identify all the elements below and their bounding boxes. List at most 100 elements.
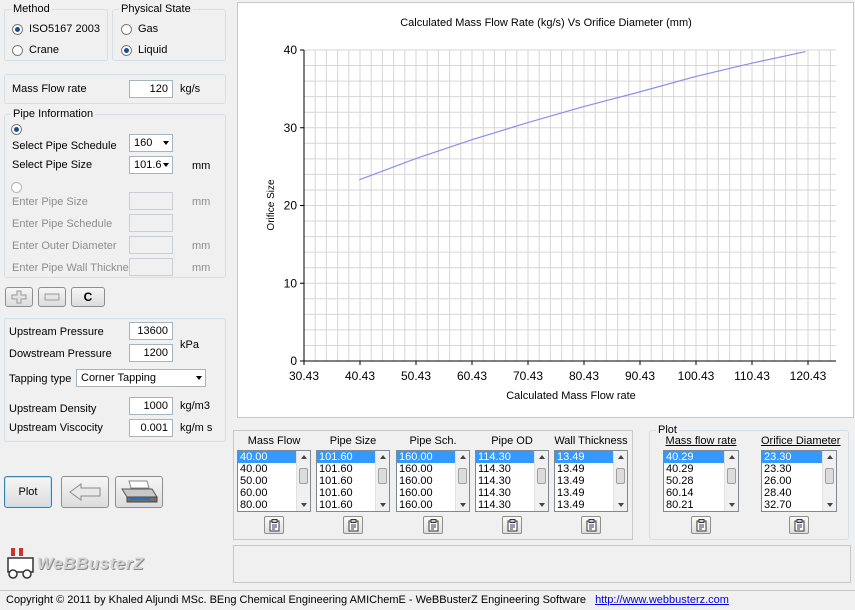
plot-column-list[interactable]: 40.29 40.29 50.28 60.14 80.21 xyxy=(663,450,739,512)
clear-button[interactable]: C xyxy=(71,287,105,307)
scroll-down-icon[interactable] xyxy=(618,503,624,507)
upstream-pressure-input[interactable]: 13600 xyxy=(129,322,173,340)
y-tick-label: 10 xyxy=(284,276,298,290)
radio-liquid[interactable] xyxy=(121,45,132,56)
tapping-type-label: Tapping type xyxy=(9,373,72,385)
radio-crane[interactable] xyxy=(12,45,23,56)
clipboard-icon xyxy=(586,519,597,532)
scroll-down-icon[interactable] xyxy=(301,503,307,507)
copy-button[interactable] xyxy=(423,516,443,534)
logo-mark-icon xyxy=(7,548,34,579)
scroll-down-icon[interactable] xyxy=(827,503,833,507)
scroll-down-icon[interactable] xyxy=(539,503,545,507)
downstream-pressure-input[interactable]: 1200 xyxy=(129,344,173,362)
wall-thickness-input[interactable] xyxy=(129,258,173,276)
size-unit: mm xyxy=(192,160,211,172)
upstream-viscosity-label: Upstream Viscocity xyxy=(9,422,103,434)
copy-button[interactable] xyxy=(502,516,522,534)
plot-column-header[interactable]: Orifice Diameter xyxy=(761,435,840,447)
scroll-up-icon[interactable] xyxy=(301,455,307,459)
upstream-viscosity-input[interactable]: 0.001 xyxy=(129,419,173,437)
y-tick-label: 40 xyxy=(284,43,298,57)
scroll-thumb[interactable] xyxy=(616,468,625,484)
x-axis-label: Calculated Mass Flow rate xyxy=(506,390,636,402)
radio-enter-pipe[interactable] xyxy=(11,182,22,193)
physical-state-title: Physical State xyxy=(119,3,193,15)
scroll-thumb[interactable] xyxy=(378,468,387,484)
scroll-up-icon[interactable] xyxy=(729,455,735,459)
chevron-down-icon xyxy=(196,376,202,380)
scroll-thumb[interactable] xyxy=(537,468,546,484)
scrollbar[interactable] xyxy=(455,451,469,511)
minus-icon xyxy=(44,293,60,301)
schedule-combo[interactable]: 160 xyxy=(129,134,173,152)
x-tick-label: 70.43 xyxy=(513,369,543,383)
scroll-down-icon[interactable] xyxy=(460,503,466,507)
result-column-list[interactable]: 160.00 160.00 160.00 160.00 160.00 xyxy=(396,450,470,512)
scroll-thumb[interactable] xyxy=(727,468,736,484)
add-button[interactable] xyxy=(5,287,33,307)
radio-gas-label[interactable]: Gas xyxy=(138,23,158,35)
scroll-thumb[interactable] xyxy=(825,468,834,484)
plot-button[interactable]: Plot xyxy=(4,476,52,508)
scrollbar[interactable] xyxy=(613,451,627,511)
radio-gas[interactable] xyxy=(121,24,132,35)
radio-select-pipe[interactable] xyxy=(11,124,22,135)
back-button[interactable] xyxy=(61,476,109,508)
wall-thickness-unit: mm xyxy=(192,262,211,274)
result-column-list[interactable]: 101.60 101.60 101.60 101.60 101.60 xyxy=(316,450,390,512)
scroll-down-icon[interactable] xyxy=(729,503,735,507)
scrollbar[interactable] xyxy=(375,451,389,511)
upstream-pressure-label: Upstream Pressure xyxy=(9,326,104,338)
upstream-density-input[interactable]: 1000 xyxy=(129,397,173,415)
website-link[interactable]: http://www.webbusterz.com xyxy=(595,594,729,606)
enter-schedule-input[interactable] xyxy=(129,214,173,232)
upstream-density-label: Upstream Density xyxy=(9,403,97,415)
outer-diameter-input[interactable] xyxy=(129,236,173,254)
scroll-up-icon[interactable] xyxy=(539,455,545,459)
copy-button[interactable] xyxy=(691,516,711,534)
y-tick-label: 30 xyxy=(284,121,298,135)
result-column-list[interactable]: 114.30 114.30 114.30 114.30 114.30 xyxy=(475,450,549,512)
clipboard-icon xyxy=(507,519,518,532)
radio-liquid-label[interactable]: Liquid xyxy=(138,44,167,56)
tapping-type-value: Corner Tapping xyxy=(81,372,157,384)
scrollbar[interactable] xyxy=(296,451,310,511)
chart-text: 30.43 40.43 50.43 60.43 70.43 80.43 90.43 100.4… xyxy=(266,17,827,402)
remove-button[interactable] xyxy=(38,287,66,307)
scroll-down-icon[interactable] xyxy=(380,503,386,507)
scrollbar[interactable] xyxy=(724,451,738,511)
scroll-up-icon[interactable] xyxy=(827,455,833,459)
series-line-0 xyxy=(358,51,806,181)
x-tick-label: 80.43 xyxy=(569,369,599,383)
copy-button[interactable] xyxy=(343,516,363,534)
enter-size-input[interactable] xyxy=(129,192,173,210)
scrollbar[interactable] xyxy=(822,451,836,511)
plot-column-header[interactable]: Mass flow rate xyxy=(663,435,739,447)
scroll-up-icon[interactable] xyxy=(380,455,386,459)
chevron-down-icon xyxy=(163,141,169,145)
x-tick-label: 90.43 xyxy=(625,369,655,383)
tapping-type-combo[interactable]: Corner Tapping xyxy=(76,369,206,387)
scroll-thumb[interactable] xyxy=(299,468,308,484)
scroll-up-icon[interactable] xyxy=(618,455,624,459)
copy-button[interactable] xyxy=(264,516,284,534)
radio-crane-label[interactable]: Crane xyxy=(29,44,59,56)
chart-axes xyxy=(300,49,836,365)
radio-iso5167[interactable] xyxy=(12,24,23,35)
mass-flow-input[interactable]: 120 xyxy=(129,80,173,98)
copy-button[interactable] xyxy=(581,516,601,534)
x-tick-label: 60.43 xyxy=(457,369,487,383)
scroll-up-icon[interactable] xyxy=(460,455,466,459)
result-column-list[interactable]: 13.49 13.49 13.49 13.49 13.49 xyxy=(554,450,628,512)
result-column-list[interactable]: 40.00 40.00 50.00 60.00 80.00 xyxy=(237,450,311,512)
x-tick-label: 30.43 xyxy=(289,369,319,383)
scrollbar[interactable] xyxy=(534,451,548,511)
radio-iso5167-label[interactable]: ISO5167 2003 xyxy=(29,23,100,35)
size-combo[interactable]: 101.6 xyxy=(129,156,173,174)
copy-button[interactable] xyxy=(789,516,809,534)
size-combo-value: 101.6 xyxy=(134,159,162,171)
scroll-thumb[interactable] xyxy=(458,468,467,484)
plot-column-list[interactable]: 23.30 23.30 26.00 28.40 32.70 xyxy=(761,450,837,512)
print-button[interactable] xyxy=(115,476,163,508)
